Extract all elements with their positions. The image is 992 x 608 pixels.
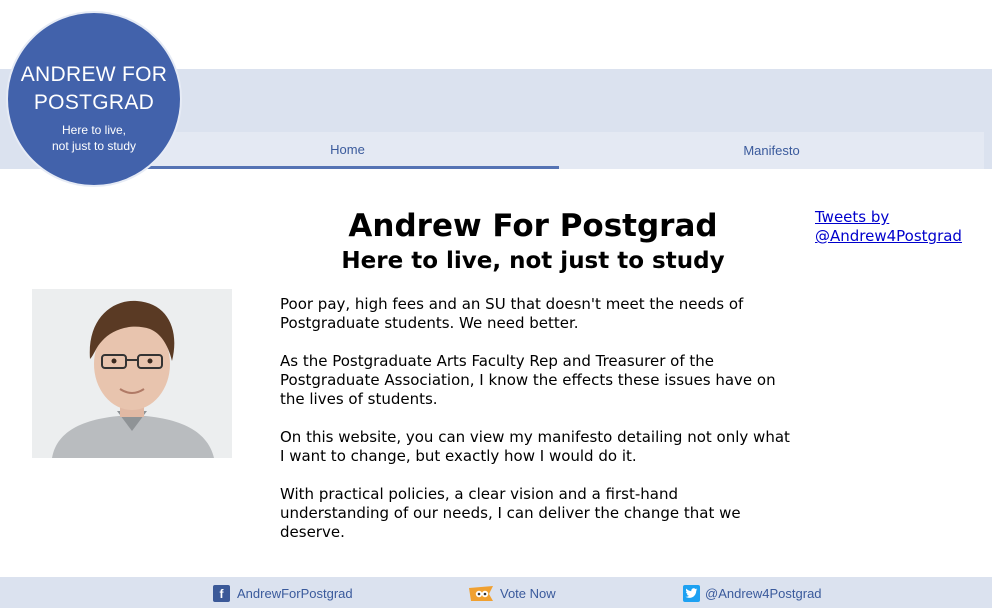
footer-twitter-label: @Andrew4Postgrad (705, 586, 822, 601)
intro-paragraph-2: As the Postgraduate Arts Faculty Rep and… (280, 352, 776, 408)
intro-text: Poor pay, high fees and an SU that doesn… (280, 295, 790, 561)
nav-home[interactable]: Home (136, 132, 559, 169)
intro-paragraph-1: Poor pay, high fees and an SU that doesn… (280, 295, 744, 332)
tweets-link[interactable]: Tweets by @Andrew4Postgrad (815, 208, 975, 246)
intro-paragraph-3: On this website, you can view my manifes… (280, 428, 790, 465)
intro-paragraph-4: With practical policies, a clear vision … (280, 485, 741, 541)
footer-facebook-link[interactable]: f AndrewForPostgrad (213, 585, 353, 602)
footer-vote-label: Vote Now (500, 586, 556, 601)
logo-title-line1: ANDREW FOR (20, 63, 168, 86)
twitter-icon (683, 585, 700, 602)
logo-tagline: Here to live, not just to study (8, 122, 180, 154)
logo-tagline-line2: not just to study (51, 139, 137, 153)
main-nav: Home Manifesto (136, 132, 984, 169)
logo-title: ANDREW FOR POSTGRAD (8, 61, 180, 117)
candidate-portrait-image (32, 289, 232, 458)
candidate-photo (32, 289, 232, 458)
nav-manifesto[interactable]: Manifesto (559, 132, 984, 169)
vote-icon (469, 586, 493, 601)
logo-title-line2: POSTGRAD (33, 91, 155, 114)
footer-facebook-label: AndrewForPostgrad (237, 586, 353, 601)
footer-twitter-link[interactable]: @Andrew4Postgrad (683, 585, 822, 602)
campaign-logo[interactable]: ANDREW FOR POSTGRAD Here to live, not ju… (6, 11, 182, 187)
facebook-icon: f (213, 585, 230, 602)
footer-vote-link[interactable]: Vote Now (468, 585, 556, 602)
page-title: Andrew For Postgrad (348, 208, 718, 244)
page-subtitle: Here to live, not just to study (341, 248, 725, 274)
logo-tagline-line1: Here to live, (61, 123, 127, 137)
footer: f AndrewForPostgrad Vote Now @Andrew4Pos… (0, 577, 992, 608)
